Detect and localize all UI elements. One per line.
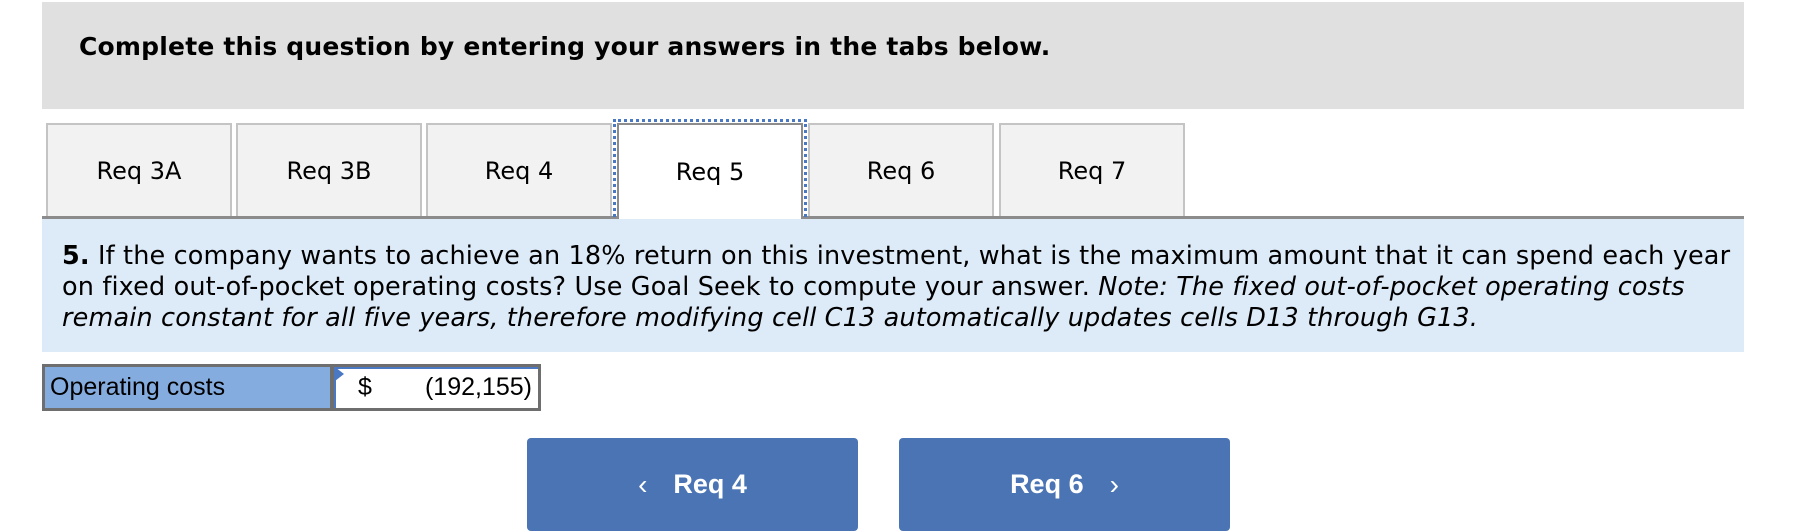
operating-costs-label: Operating costs <box>42 364 332 411</box>
instruction-banner: Complete this question by entering your … <box>42 2 1744 109</box>
next-req-label: Req 6 <box>1010 469 1084 499</box>
tab-req-3b[interactable]: Req 3B <box>236 123 422 216</box>
chevron-right-icon: › <box>1109 468 1119 500</box>
chevron-left-icon: ‹ <box>638 468 648 500</box>
instruction-text: Complete this question by entering your … <box>79 32 1051 61</box>
cell-marker-icon <box>335 367 344 381</box>
tab-req-7[interactable]: Req 7 <box>999 123 1185 216</box>
tab-req-3a[interactable]: Req 3A <box>46 123 232 216</box>
tab-req-4[interactable]: Req 4 <box>426 123 612 216</box>
question-number: 5. <box>62 241 90 271</box>
requirement-tabs: Req 3A Req 3B Req 4 Req 5 Req 6 Req 7 <box>42 119 1744 223</box>
tab-req-6[interactable]: Req 6 <box>808 123 994 216</box>
next-req-button[interactable]: Req 6 › <box>899 438 1230 531</box>
prev-req-button[interactable]: ‹ Req 4 <box>527 438 858 531</box>
operating-costs-input[interactable]: $ (192,155) <box>332 364 541 411</box>
prev-req-label: Req 4 <box>673 469 747 499</box>
operating-costs-value: (192,155) <box>424 373 532 401</box>
question-text: 5. If the company wants to achieve an 18… <box>62 241 1732 334</box>
currency-symbol: $ <box>358 373 372 401</box>
tab-req-5[interactable]: Req 5 <box>613 119 807 223</box>
question-panel: 5. If the company wants to achieve an 18… <box>42 219 1744 352</box>
